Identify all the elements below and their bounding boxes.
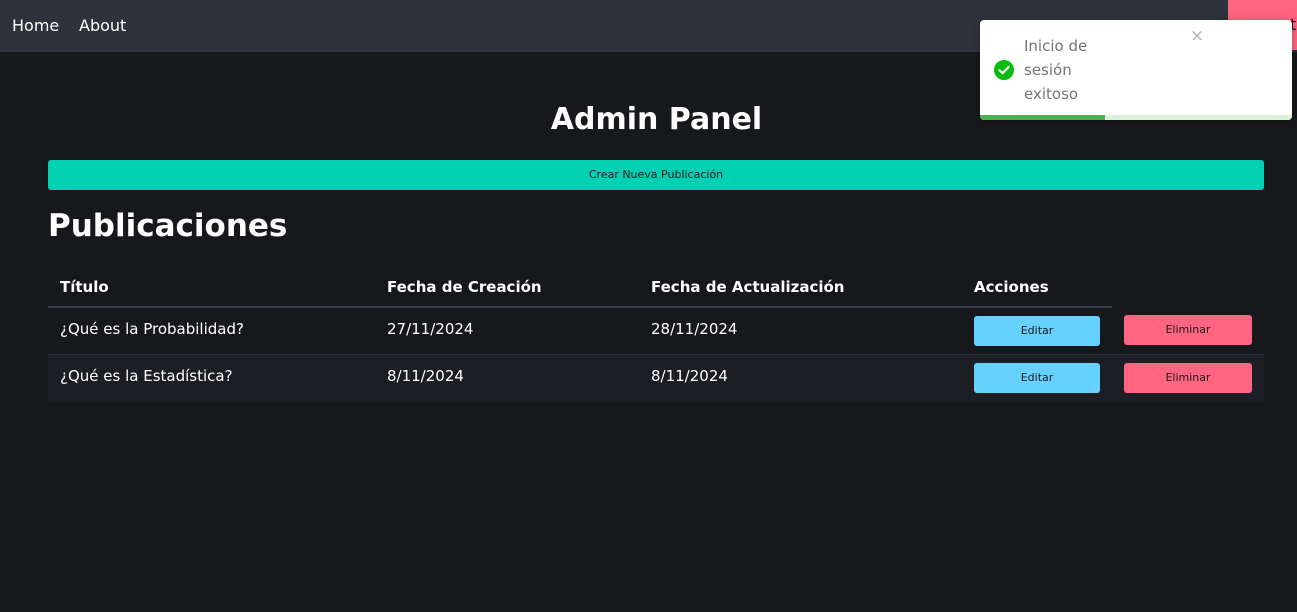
header-created: Fecha de Creación: [387, 278, 542, 296]
table-row: ¿Qué es la Estadística? 8/11/2024 8/11/2…: [48, 355, 1264, 402]
toast-progress-track: [980, 115, 1292, 120]
row-title: ¿Qué es la Estadística?: [60, 367, 233, 385]
nav-home-link[interactable]: Home: [12, 16, 59, 36]
row-updated-date: 8/11/2024: [651, 367, 728, 385]
section-title: Publicaciones: [48, 208, 288, 244]
toast-message: Inicio de sesión exitoso: [1024, 37, 1088, 103]
header-actions: Acciones: [974, 278, 1049, 296]
delete-button[interactable]: Eliminar: [1124, 363, 1252, 393]
header-updated: Fecha de Actualización: [651, 278, 845, 296]
close-icon[interactable]: ×: [1190, 26, 1204, 46]
row-created-date: 8/11/2024: [387, 367, 464, 385]
check-circle-icon: [994, 60, 1014, 80]
table-row: ¿Qué es la Probabilidad? 27/11/2024 28/1…: [48, 308, 1264, 355]
row-title: ¿Qué es la Probabilidad?: [60, 320, 244, 338]
nav-about-link[interactable]: About: [79, 16, 126, 36]
row-updated-date: 28/11/2024: [651, 320, 738, 338]
toast-progress-bar: [980, 115, 1105, 120]
delete-button[interactable]: Eliminar: [1124, 315, 1252, 345]
create-publication-button[interactable]: Crear Nueva Publicación: [48, 160, 1264, 190]
edit-button[interactable]: Editar: [974, 363, 1100, 393]
header-title: Título: [60, 278, 109, 296]
success-toast[interactable]: Inicio de sesión exitoso ×: [980, 20, 1292, 120]
edit-button[interactable]: Editar: [974, 316, 1100, 346]
row-created-date: 27/11/2024: [387, 320, 474, 338]
